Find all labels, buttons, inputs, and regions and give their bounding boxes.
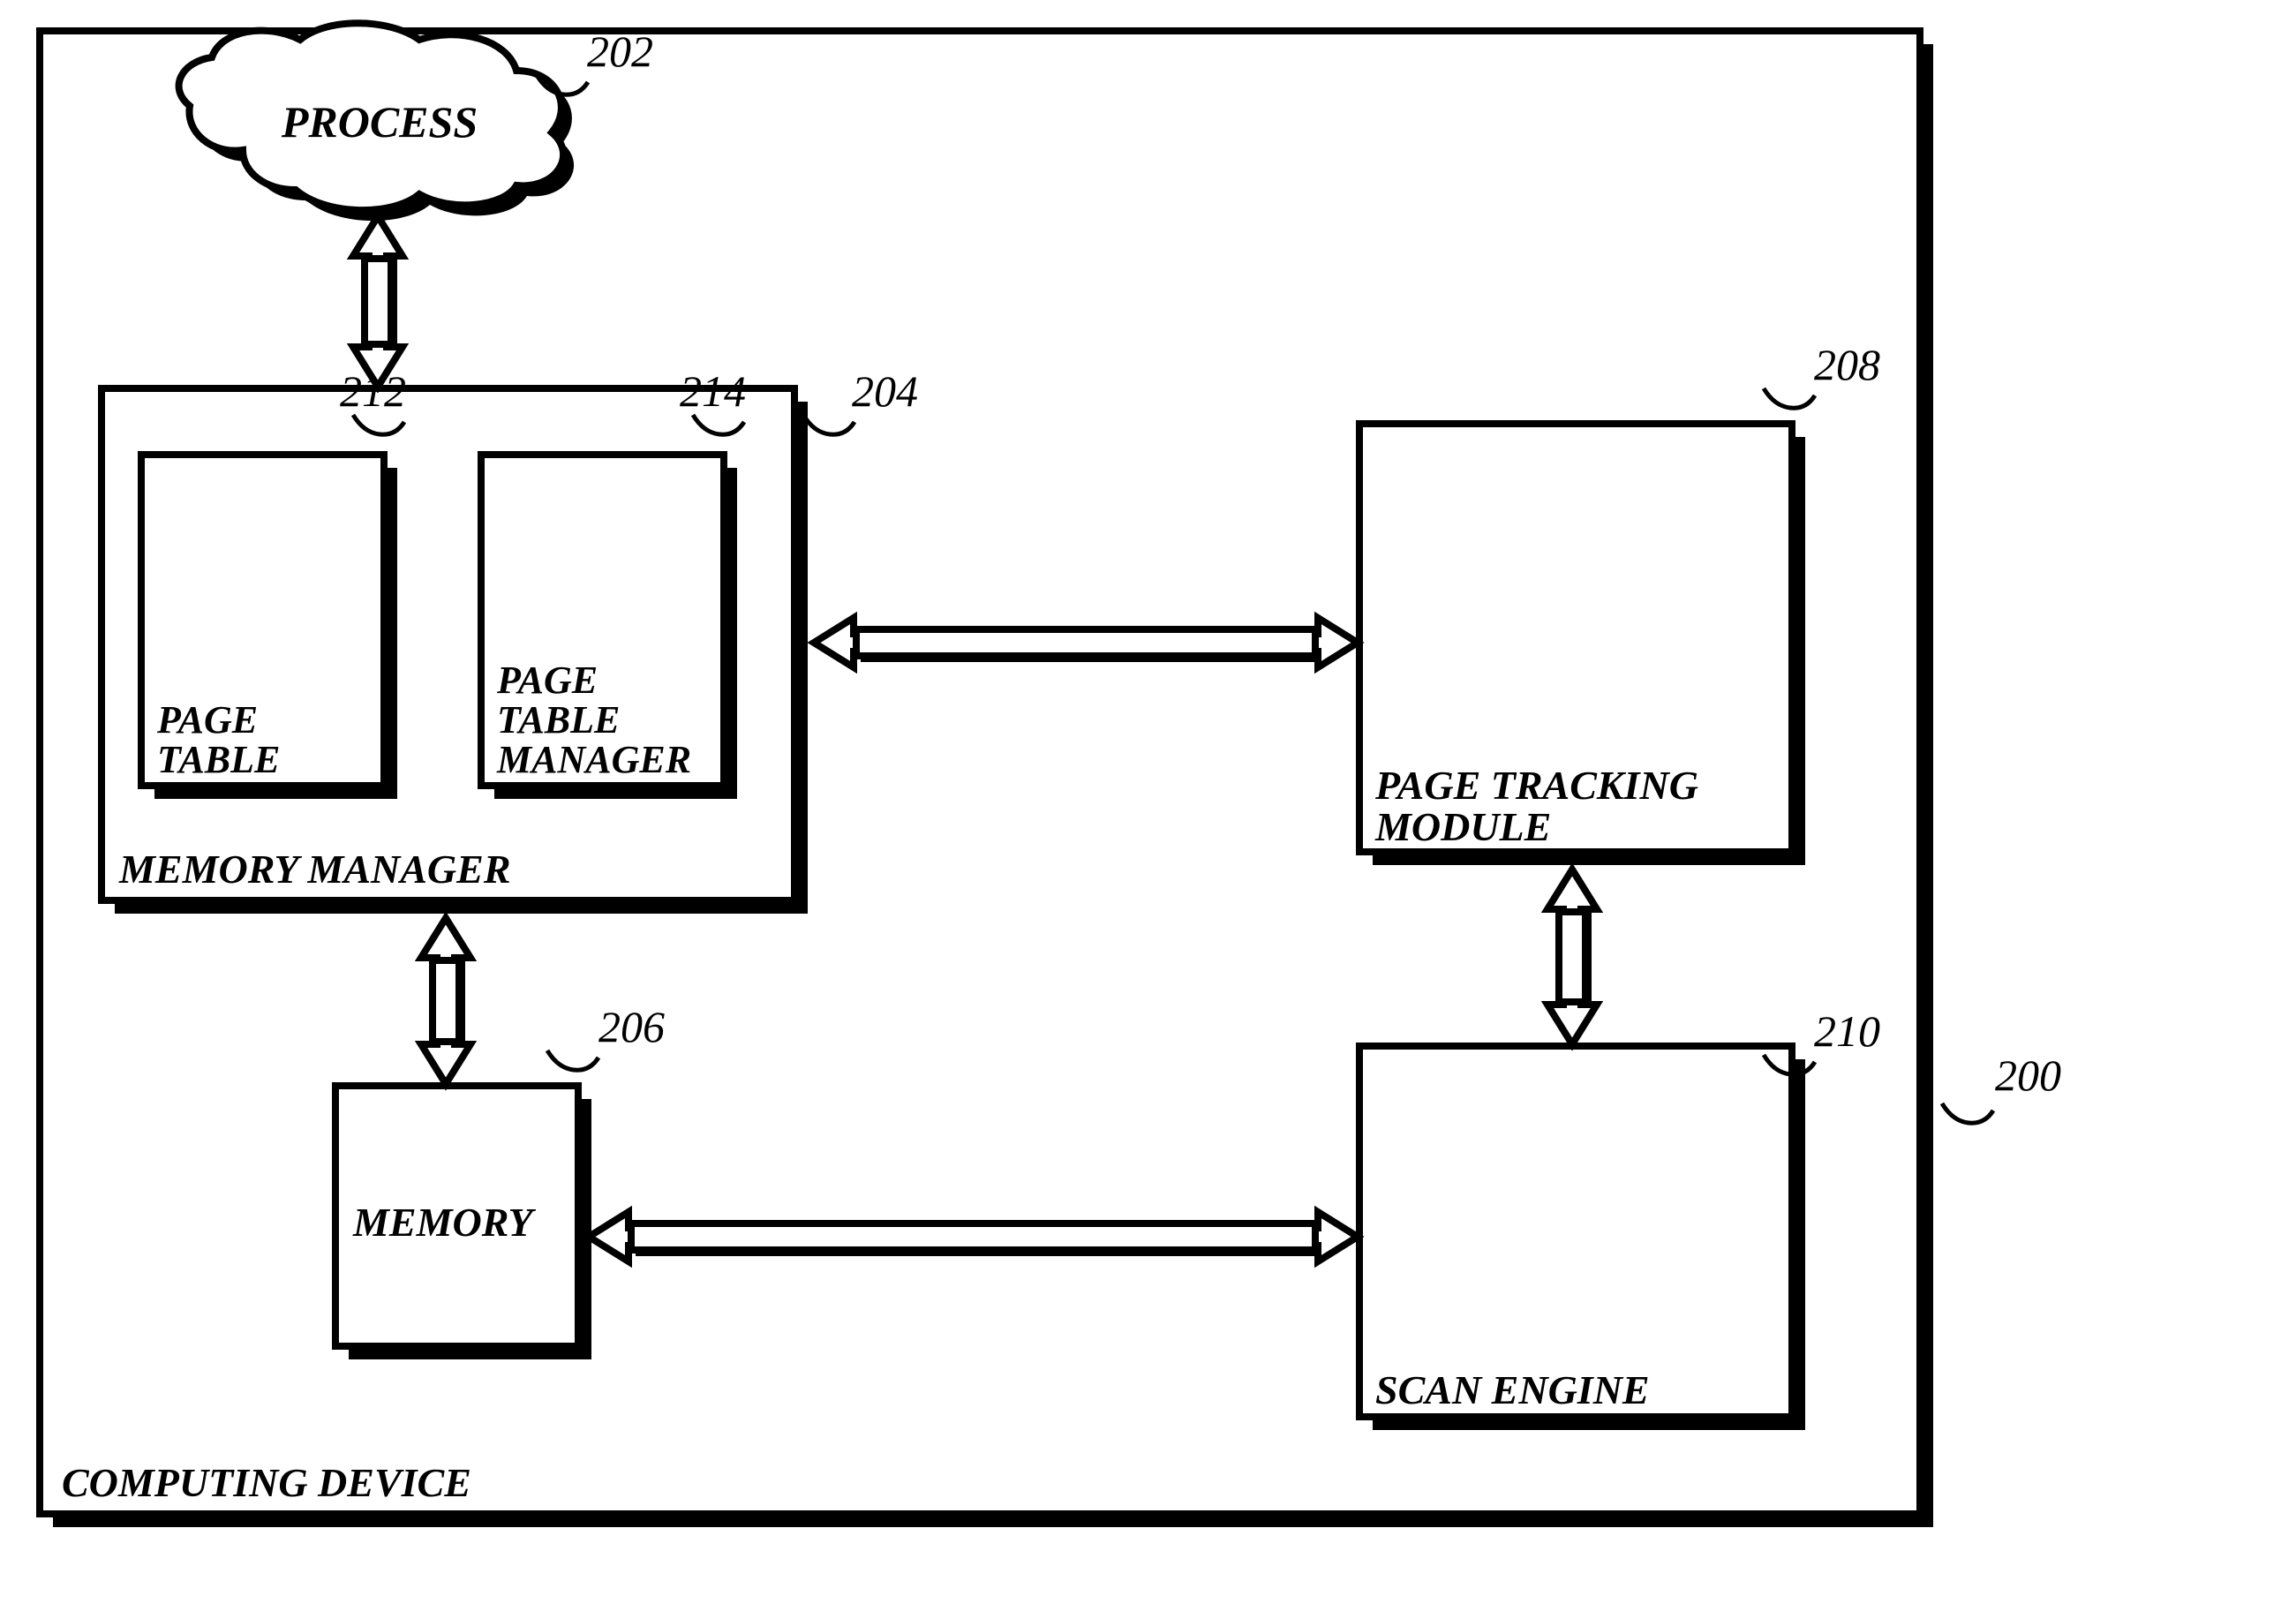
memory-box: MEMORY (335, 1086, 591, 1359)
page-table-box: PAGE TABLE (141, 455, 397, 799)
ref-200: 200 (1942, 1050, 2061, 1123)
svg-text:208: 208 (1814, 340, 1880, 389)
memory-manager-label: MEMORY MANAGER (118, 847, 511, 892)
page-table-manager-box: PAGE TABLE MANAGER (481, 455, 737, 799)
svg-text:202: 202 (587, 26, 653, 76)
scan-engine-label: SCAN ENGINE (1375, 1367, 1650, 1412)
ptm-label-l3: MANAGER (496, 738, 691, 781)
ptm-label-l1: PAGE (496, 659, 598, 702)
page-tracking-label-l2: MODULE (1374, 804, 1551, 849)
memory-label: MEMORY (352, 1200, 537, 1245)
diagram-canvas: COMPUTING DEVICE 200 PROCESS 202 MEMORY … (0, 0, 2296, 1611)
scan-engine-box: SCAN ENGINE (1359, 1046, 1805, 1430)
page-table-label-l1: PAGE (156, 698, 258, 742)
svg-text:206: 206 (598, 1002, 665, 1051)
svg-text:200: 200 (1995, 1050, 2061, 1100)
computing-device-label: COMPUTING DEVICE (62, 1460, 471, 1505)
svg-text:204: 204 (852, 366, 918, 416)
svg-text:210: 210 (1814, 1006, 1880, 1056)
svg-text:214: 214 (680, 366, 746, 416)
ptm-label-l2: TABLE (497, 698, 620, 742)
page-tracking-box: PAGE TRACKING MODULE (1359, 424, 1805, 865)
page-table-label-l2: TABLE (157, 738, 280, 781)
page-tracking-label-l1: PAGE TRACKING (1374, 763, 1698, 808)
process-label: PROCESS (281, 97, 478, 147)
